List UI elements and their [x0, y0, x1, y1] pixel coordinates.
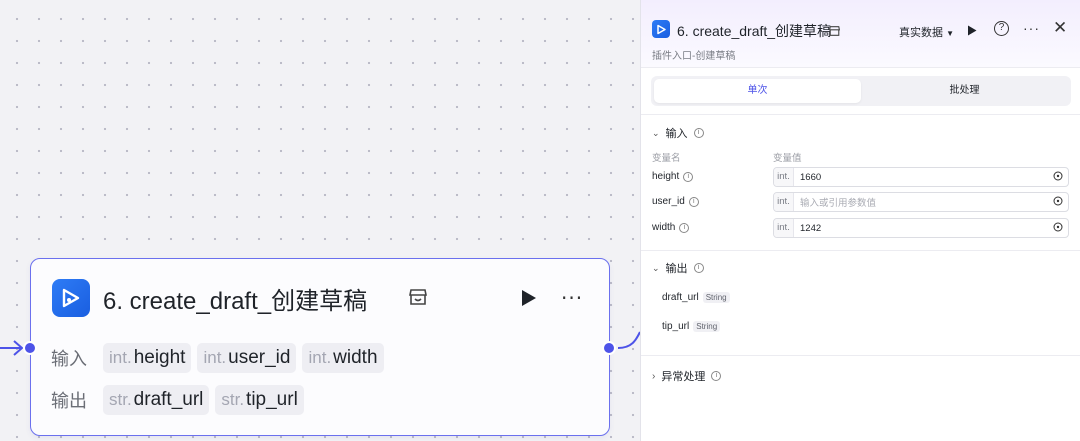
- panel-title: 6. create_draft_创建草稿: [677, 23, 832, 39]
- tab-single[interactable]: 单次: [654, 79, 861, 103]
- mode-tabs: 单次 批处理: [651, 76, 1071, 106]
- divider: [641, 114, 1080, 115]
- var-name-height: height i: [652, 171, 694, 182]
- data-source-label: 真实数据: [899, 27, 943, 39]
- info-icon: i: [683, 171, 694, 182]
- chevron-down-icon: ⌄: [652, 127, 660, 138]
- var-row-height: height i int. 1660: [652, 167, 1072, 187]
- reference-icon[interactable]: [1048, 219, 1068, 237]
- input-label: 输入: [51, 349, 87, 369]
- output-chip-draft-url: str. draft_url: [103, 385, 210, 415]
- input-section-title: 输入: [665, 128, 688, 140]
- help-icon[interactable]: ?: [994, 21, 1009, 36]
- height-field[interactable]: int. 1660: [773, 167, 1069, 187]
- input-chip-user-id: int. user_id: [197, 343, 297, 373]
- plugin-icon: [652, 20, 670, 38]
- plugin-icon: [52, 279, 90, 317]
- width-value[interactable]: 1242: [794, 223, 1048, 234]
- info-icon: i: [693, 128, 704, 138]
- exception-section-title: 异常处理: [661, 371, 706, 383]
- node-input-row: 输入 int. height int. user_id int. width: [51, 343, 384, 373]
- type-badge: String: [702, 292, 730, 303]
- input-chip-width: int. width: [302, 343, 384, 373]
- panel-subtitle: 插件入口-创建草稿: [652, 51, 736, 62]
- tab-batch[interactable]: 批处理: [861, 79, 1068, 103]
- info-icon: i: [711, 371, 722, 381]
- output-chip-tip-url: str. tip_url: [215, 385, 304, 415]
- output-section-title: 输出: [665, 263, 688, 275]
- height-value[interactable]: 1660: [794, 172, 1048, 183]
- col-var-name: 变量名: [652, 153, 681, 164]
- type-tag: int.: [774, 219, 794, 237]
- chevron-down-icon: ⌄: [652, 262, 660, 273]
- user-id-field[interactable]: int. 输入或引用参数值: [773, 192, 1069, 212]
- exception-section-header[interactable]: › 异常处理 i: [652, 368, 722, 384]
- col-var-value: 变量值: [773, 153, 802, 164]
- run-node-icon[interactable]: [519, 289, 537, 311]
- divider: [641, 250, 1080, 251]
- user-id-placeholder[interactable]: 输入或引用参数值: [794, 195, 1048, 209]
- run-icon[interactable]: [967, 23, 977, 41]
- node-test-panel: 6. create_draft_创建草稿 插件入口-创建草稿 真实数据 ▼ ? …: [640, 0, 1080, 441]
- more-options-icon[interactable]: ···: [1023, 20, 1040, 36]
- reference-icon[interactable]: [1048, 193, 1068, 211]
- node-title: 6. create_draft_创建草稿: [103, 288, 368, 315]
- store-icon[interactable]: [828, 23, 841, 41]
- type-tag: int.: [774, 168, 794, 186]
- var-name-user-id: user_id i: [652, 196, 699, 207]
- var-name-width: width i: [652, 222, 690, 233]
- type-badge: String: [693, 321, 721, 332]
- reference-icon[interactable]: [1048, 168, 1068, 186]
- more-options-icon[interactable]: ···: [561, 286, 583, 310]
- width-field[interactable]: int. 1242: [773, 218, 1069, 238]
- output-item-draft-url: draft_url String: [662, 292, 730, 303]
- output-label: 输出: [51, 391, 87, 411]
- data-source-select[interactable]: 真实数据 ▼: [899, 24, 954, 40]
- info-icon: i: [679, 222, 690, 233]
- store-icon[interactable]: [409, 289, 427, 309]
- var-row-width: width i int. 1242: [652, 218, 1072, 238]
- input-section-header[interactable]: ⌄ 输入 i: [652, 125, 704, 141]
- close-icon[interactable]: ✕: [1053, 18, 1067, 38]
- caret-down-icon: ▼: [946, 29, 954, 38]
- input-port[interactable]: [23, 341, 37, 355]
- plugin-node-create-draft[interactable]: 6. create_draft_创建草稿 ··· 输入 int. height i…: [23, 258, 616, 436]
- node-output-row: 输出 str. draft_url str. tip_url: [51, 385, 304, 415]
- var-row-user-id: user_id i int. 输入或引用参数值: [652, 192, 1072, 212]
- output-item-tip-url: tip_url String: [662, 321, 721, 332]
- type-tag: int.: [774, 193, 794, 211]
- panel-header: 6. create_draft_创建草稿 插件入口-创建草稿 真实数据 ▼ ? …: [641, 0, 1080, 68]
- workflow-canvas[interactable]: 6. create_draft_创建草稿 ··· 输入 int. height i…: [0, 0, 640, 441]
- divider: [641, 355, 1080, 356]
- chevron-right-icon: ›: [652, 370, 656, 382]
- output-section-header[interactable]: ⌄ 输出 i: [652, 260, 704, 276]
- input-chip-height: int. height: [103, 343, 192, 373]
- info-icon: i: [693, 263, 704, 273]
- info-icon: i: [688, 196, 699, 207]
- output-port[interactable]: [602, 341, 616, 355]
